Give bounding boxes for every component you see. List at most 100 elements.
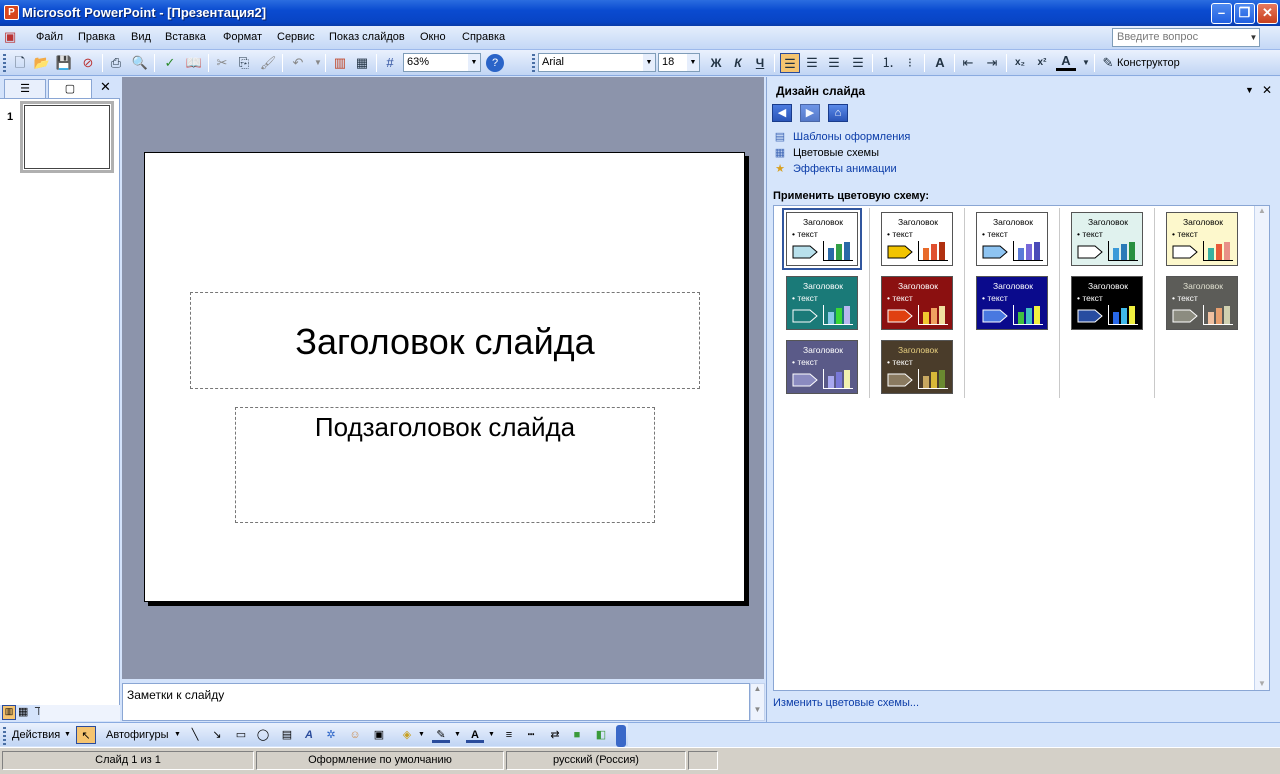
toolbar-grip[interactable] — [532, 54, 535, 72]
tab-slides[interactable]: ▢ — [48, 79, 92, 98]
slide-canvas[interactable]: Заголовок слайда Подзаголовок слайда — [144, 152, 745, 602]
wordart-icon[interactable]: A — [300, 726, 318, 744]
document-icon[interactable]: ▣ — [4, 29, 16, 45]
new-icon[interactable]: 🗋 — [10, 53, 30, 73]
help-dropdown-icon[interactable]: ▼ — [1248, 29, 1259, 46]
color-scheme-option[interactable]: Заголовок • текст — [976, 276, 1048, 330]
color-scheme-option[interactable]: Заголовок • текст — [881, 276, 953, 330]
minimize-button[interactable]: – — [1211, 3, 1232, 24]
align-center-icon[interactable]: ☰ — [802, 53, 822, 73]
link-design-templates[interactable]: Шаблоны оформления — [793, 131, 910, 143]
save-icon[interactable]: 💾 — [54, 53, 74, 73]
justify-icon[interactable]: ☰ — [848, 53, 868, 73]
close-button[interactable]: ✕ — [1257, 3, 1278, 24]
dash-style-icon[interactable]: ┅ — [522, 726, 540, 744]
close-icon[interactable]: ✕ — [1262, 83, 1272, 97]
toolbar-grip[interactable] — [3, 727, 6, 745]
font-color-icon[interactable]: A — [1056, 53, 1076, 71]
color-scheme-option[interactable]: Заголовок • текст — [786, 340, 858, 394]
task-pane-menu-icon[interactable]: ▼ — [1245, 85, 1254, 95]
menu-slideshow[interactable]: Показ слайдов — [329, 31, 405, 43]
diagram-icon[interactable]: ✲ — [322, 726, 340, 744]
font-color-dropdown-icon[interactable]: ▼ — [1076, 53, 1096, 73]
chevron-up-icon[interactable]: ▲ — [751, 684, 764, 693]
font-color-icon[interactable]: A — [466, 726, 484, 743]
spelling-icon[interactable]: ✓ — [160, 53, 180, 73]
color-scheme-option[interactable]: Заголовок • текст — [1166, 276, 1238, 330]
permission-icon[interactable]: ⊘ — [78, 53, 98, 73]
zoom-select[interactable]: 63% ▼ — [403, 53, 481, 72]
menu-tools[interactable]: Сервис — [277, 31, 315, 43]
color-scheme-option[interactable]: Заголовок • текст — [881, 340, 953, 394]
bullets-icon[interactable]: ⁝ — [900, 53, 920, 73]
tab-outline[interactable]: ☰ — [4, 79, 46, 98]
color-scheme-option[interactable]: Заголовок • текст — [976, 212, 1048, 266]
link-color-schemes[interactable]: Цветовые схемы — [793, 147, 879, 159]
color-scheme-option[interactable]: Заголовок • текст — [1166, 212, 1238, 266]
title-placeholder[interactable]: Заголовок слайда — [190, 292, 700, 389]
subscript-icon[interactable]: x₂ — [1010, 53, 1030, 73]
menu-insert[interactable]: Вставка — [165, 31, 206, 43]
line-color-icon[interactable]: ✎ — [432, 726, 450, 743]
insert-table-icon[interactable]: ▦ — [352, 53, 372, 73]
print-preview-icon[interactable]: 🔍 — [130, 53, 150, 73]
show-grid-icon[interactable]: # — [380, 53, 400, 73]
autoshapes-menu[interactable]: Автофигуры — [106, 726, 169, 744]
align-left-icon[interactable]: ☰ — [780, 53, 800, 73]
close-icon[interactable]: ✕ — [100, 79, 111, 95]
bold-button[interactable]: Ж — [706, 53, 726, 73]
notes-pane[interactable]: Заметки к слайду — [122, 683, 750, 721]
cut-icon[interactable]: ✂ — [212, 53, 232, 73]
line-icon[interactable]: ╲ — [186, 726, 204, 744]
format-painter-icon[interactable]: 🖌 — [258, 53, 278, 73]
designer-button[interactable]: Конструктор — [1117, 57, 1180, 69]
font-size-select[interactable]: 18 ▼ — [658, 53, 700, 72]
oval-icon[interactable]: ◯ — [254, 726, 272, 744]
color-scheme-option[interactable]: Заголовок • текст — [782, 208, 862, 270]
copy-icon[interactable]: ⎘ — [234, 53, 254, 73]
menu-file[interactable]: Файл — [36, 31, 63, 43]
line-style-icon[interactable]: ≡ — [500, 726, 518, 744]
color-scheme-option[interactable]: Заголовок • текст — [786, 276, 858, 330]
menu-format[interactable]: Формат — [223, 31, 262, 43]
underline-button[interactable]: Ч — [750, 53, 770, 73]
arrow-icon[interactable]: ↘ — [208, 726, 226, 744]
increase-indent-icon[interactable]: ⇥ — [982, 53, 1002, 73]
numbering-icon[interactable]: ⒈ — [878, 53, 898, 73]
actions-menu[interactable]: Действия — [12, 726, 60, 744]
color-scheme-option[interactable]: Заголовок • текст — [1071, 212, 1143, 266]
menu-help[interactable]: Справка — [462, 31, 505, 43]
fill-color-icon[interactable]: ◈ — [398, 726, 416, 744]
3d-icon[interactable]: ◧ — [592, 726, 610, 744]
chevron-down-icon[interactable]: ▼ — [1255, 679, 1269, 688]
toolbar-grip[interactable] — [3, 54, 6, 72]
normal-view-icon[interactable]: ▥ — [2, 705, 16, 720]
back-icon[interactable]: ◀ — [772, 104, 792, 122]
print-icon[interactable]: ⎙ — [106, 53, 126, 73]
chevron-down-icon[interactable]: ▼ — [488, 726, 495, 744]
home-icon[interactable]: ⌂ — [828, 104, 848, 122]
forward-icon[interactable]: ▶ — [800, 104, 820, 122]
insert-chart-icon[interactable]: ▥ — [330, 53, 350, 73]
edit-color-schemes-link[interactable]: Изменить цветовые схемы... — [773, 697, 919, 709]
research-icon[interactable]: 📖 — [184, 53, 204, 73]
color-scheme-option[interactable]: Заголовок • текст — [1071, 276, 1143, 330]
subtitle-placeholder[interactable]: Подзаголовок слайда — [235, 407, 655, 523]
slide-sorter-icon[interactable]: ▦ — [18, 705, 28, 718]
superscript-icon[interactable]: x² — [1032, 53, 1052, 73]
open-icon[interactable]: 📂 — [32, 53, 52, 73]
menu-view[interactable]: Вид — [131, 31, 151, 43]
select-objects-icon[interactable]: ↖ — [76, 726, 96, 744]
notes-scrollbar[interactable]: ▲ ▼ — [750, 683, 765, 721]
picture-icon[interactable]: ▣ — [370, 726, 388, 744]
increase-font-icon[interactable]: A — [930, 53, 950, 73]
color-scheme-option[interactable]: Заголовок • текст — [881, 212, 953, 266]
toolbar-options-icon[interactable] — [616, 725, 626, 747]
help-icon[interactable]: ? — [486, 54, 504, 72]
italic-button[interactable]: К — [728, 53, 748, 73]
font-select[interactable]: Arial ▼ — [538, 53, 656, 72]
rectangle-icon[interactable]: ▭ — [232, 726, 250, 744]
chevron-down-icon[interactable]: ▼ — [418, 726, 425, 744]
decrease-indent-icon[interactable]: ⇤ — [958, 53, 978, 73]
undo-icon[interactable]: ↶ — [288, 53, 308, 73]
